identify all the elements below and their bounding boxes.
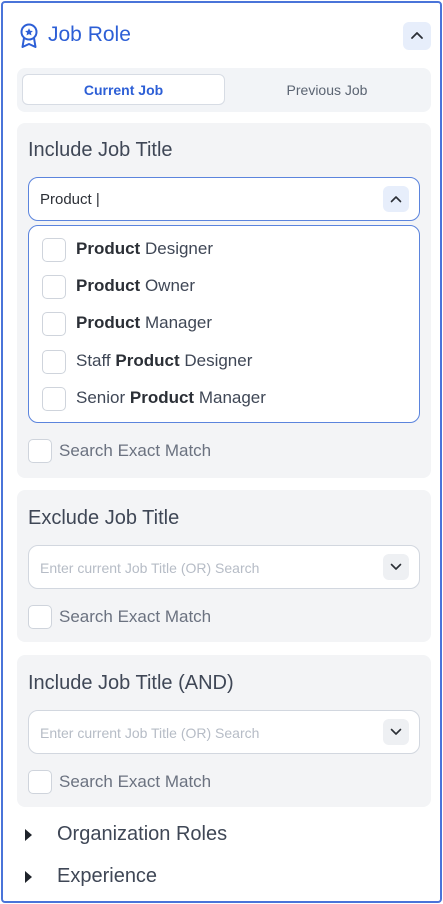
panel-header: Job Role	[3, 3, 440, 65]
include-and-job-title-heading: Include Job Title (AND)	[28, 672, 234, 694]
exclude-job-title-input[interactable]: Enter current Job Title (OR) Search	[28, 545, 420, 589]
panel-title: Job Role	[48, 23, 131, 46]
caret-right-icon	[25, 871, 32, 883]
chevron-down-icon	[390, 558, 402, 576]
include-and-input-placeholder: Enter current Job Title (OR) Search	[40, 725, 260, 741]
chevron-up-icon	[410, 27, 424, 45]
include-exact-match[interactable]: Search Exact Match	[28, 439, 278, 463]
exclude-exact-match[interactable]: Search Exact Match	[28, 605, 278, 629]
option-checkbox[interactable]	[42, 350, 66, 374]
exact-match-label: Search Exact Match	[59, 441, 212, 460]
option-checkbox[interactable]	[42, 387, 66, 411]
exclude-job-title-heading: Exclude Job Title	[28, 507, 180, 529]
dropdown-toggle[interactable]	[383, 554, 409, 580]
option-label: Product Designer	[76, 239, 213, 258]
exact-match-checkbox[interactable]	[28, 439, 52, 463]
job-role-panel: Job Role Current Job Previous Job Includ…	[1, 1, 442, 903]
include-input-value: Product |	[40, 191, 100, 208]
exclude-input-placeholder: Enter current Job Title (OR) Search	[40, 560, 260, 576]
exact-match-label: Search Exact Match	[59, 607, 212, 626]
option-label: Product Owner	[76, 276, 196, 295]
exact-match-checkbox[interactable]	[28, 605, 52, 629]
include-and-job-title-section: Include Job Title (AND) Enter current Jo…	[17, 655, 431, 807]
chevron-down-icon	[390, 723, 402, 741]
experience-accordion[interactable]: Experience	[25, 864, 325, 890]
chevron-up-icon	[390, 190, 402, 208]
exact-match-label: Search Exact Match	[59, 772, 212, 791]
suggestion-option[interactable]: Senior Product Manager	[42, 386, 402, 412]
suggestion-option[interactable]: Product Owner	[42, 274, 402, 300]
tab-previous-job[interactable]: Previous Job	[227, 74, 427, 105]
option-checkbox[interactable]	[42, 312, 66, 336]
dropdown-toggle[interactable]	[383, 186, 409, 212]
include-job-title-heading: Include Job Title	[28, 139, 173, 161]
job-tabs: Current Job Previous Job	[17, 68, 431, 112]
option-checkbox[interactable]	[42, 275, 66, 299]
job-title-suggestions: Product Designer Product Owner Product M…	[28, 225, 420, 423]
include-and-job-title-input[interactable]: Enter current Job Title (OR) Search	[28, 710, 420, 754]
suggestion-option[interactable]: Product Designer	[42, 237, 402, 263]
suggestion-option[interactable]: Staff Product Designer	[42, 349, 402, 375]
include-and-exact-match[interactable]: Search Exact Match	[28, 770, 278, 794]
organization-roles-accordion[interactable]: Organization Roles	[25, 822, 325, 848]
collapse-button[interactable]	[403, 22, 431, 50]
tab-current-job[interactable]: Current Job	[22, 74, 225, 105]
option-label: Product Manager	[76, 313, 213, 332]
option-label: Senior Product Manager	[76, 388, 266, 407]
exact-match-checkbox[interactable]	[28, 770, 52, 794]
award-badge-icon	[18, 23, 40, 49]
option-checkbox[interactable]	[42, 238, 66, 262]
accordion-label: Organization Roles	[57, 823, 228, 845]
option-label: Staff Product Designer	[76, 351, 253, 370]
accordion-label: Experience	[57, 865, 158, 887]
suggestion-option[interactable]: Product Manager	[42, 311, 402, 337]
dropdown-toggle[interactable]	[383, 719, 409, 745]
include-job-title-input[interactable]: Product |	[28, 177, 420, 221]
caret-right-icon	[25, 829, 32, 841]
exclude-job-title-section: Exclude Job Title Enter current Job Titl…	[17, 490, 431, 642]
include-job-title-section: Include Job Title Product | Product Desi…	[17, 123, 431, 478]
